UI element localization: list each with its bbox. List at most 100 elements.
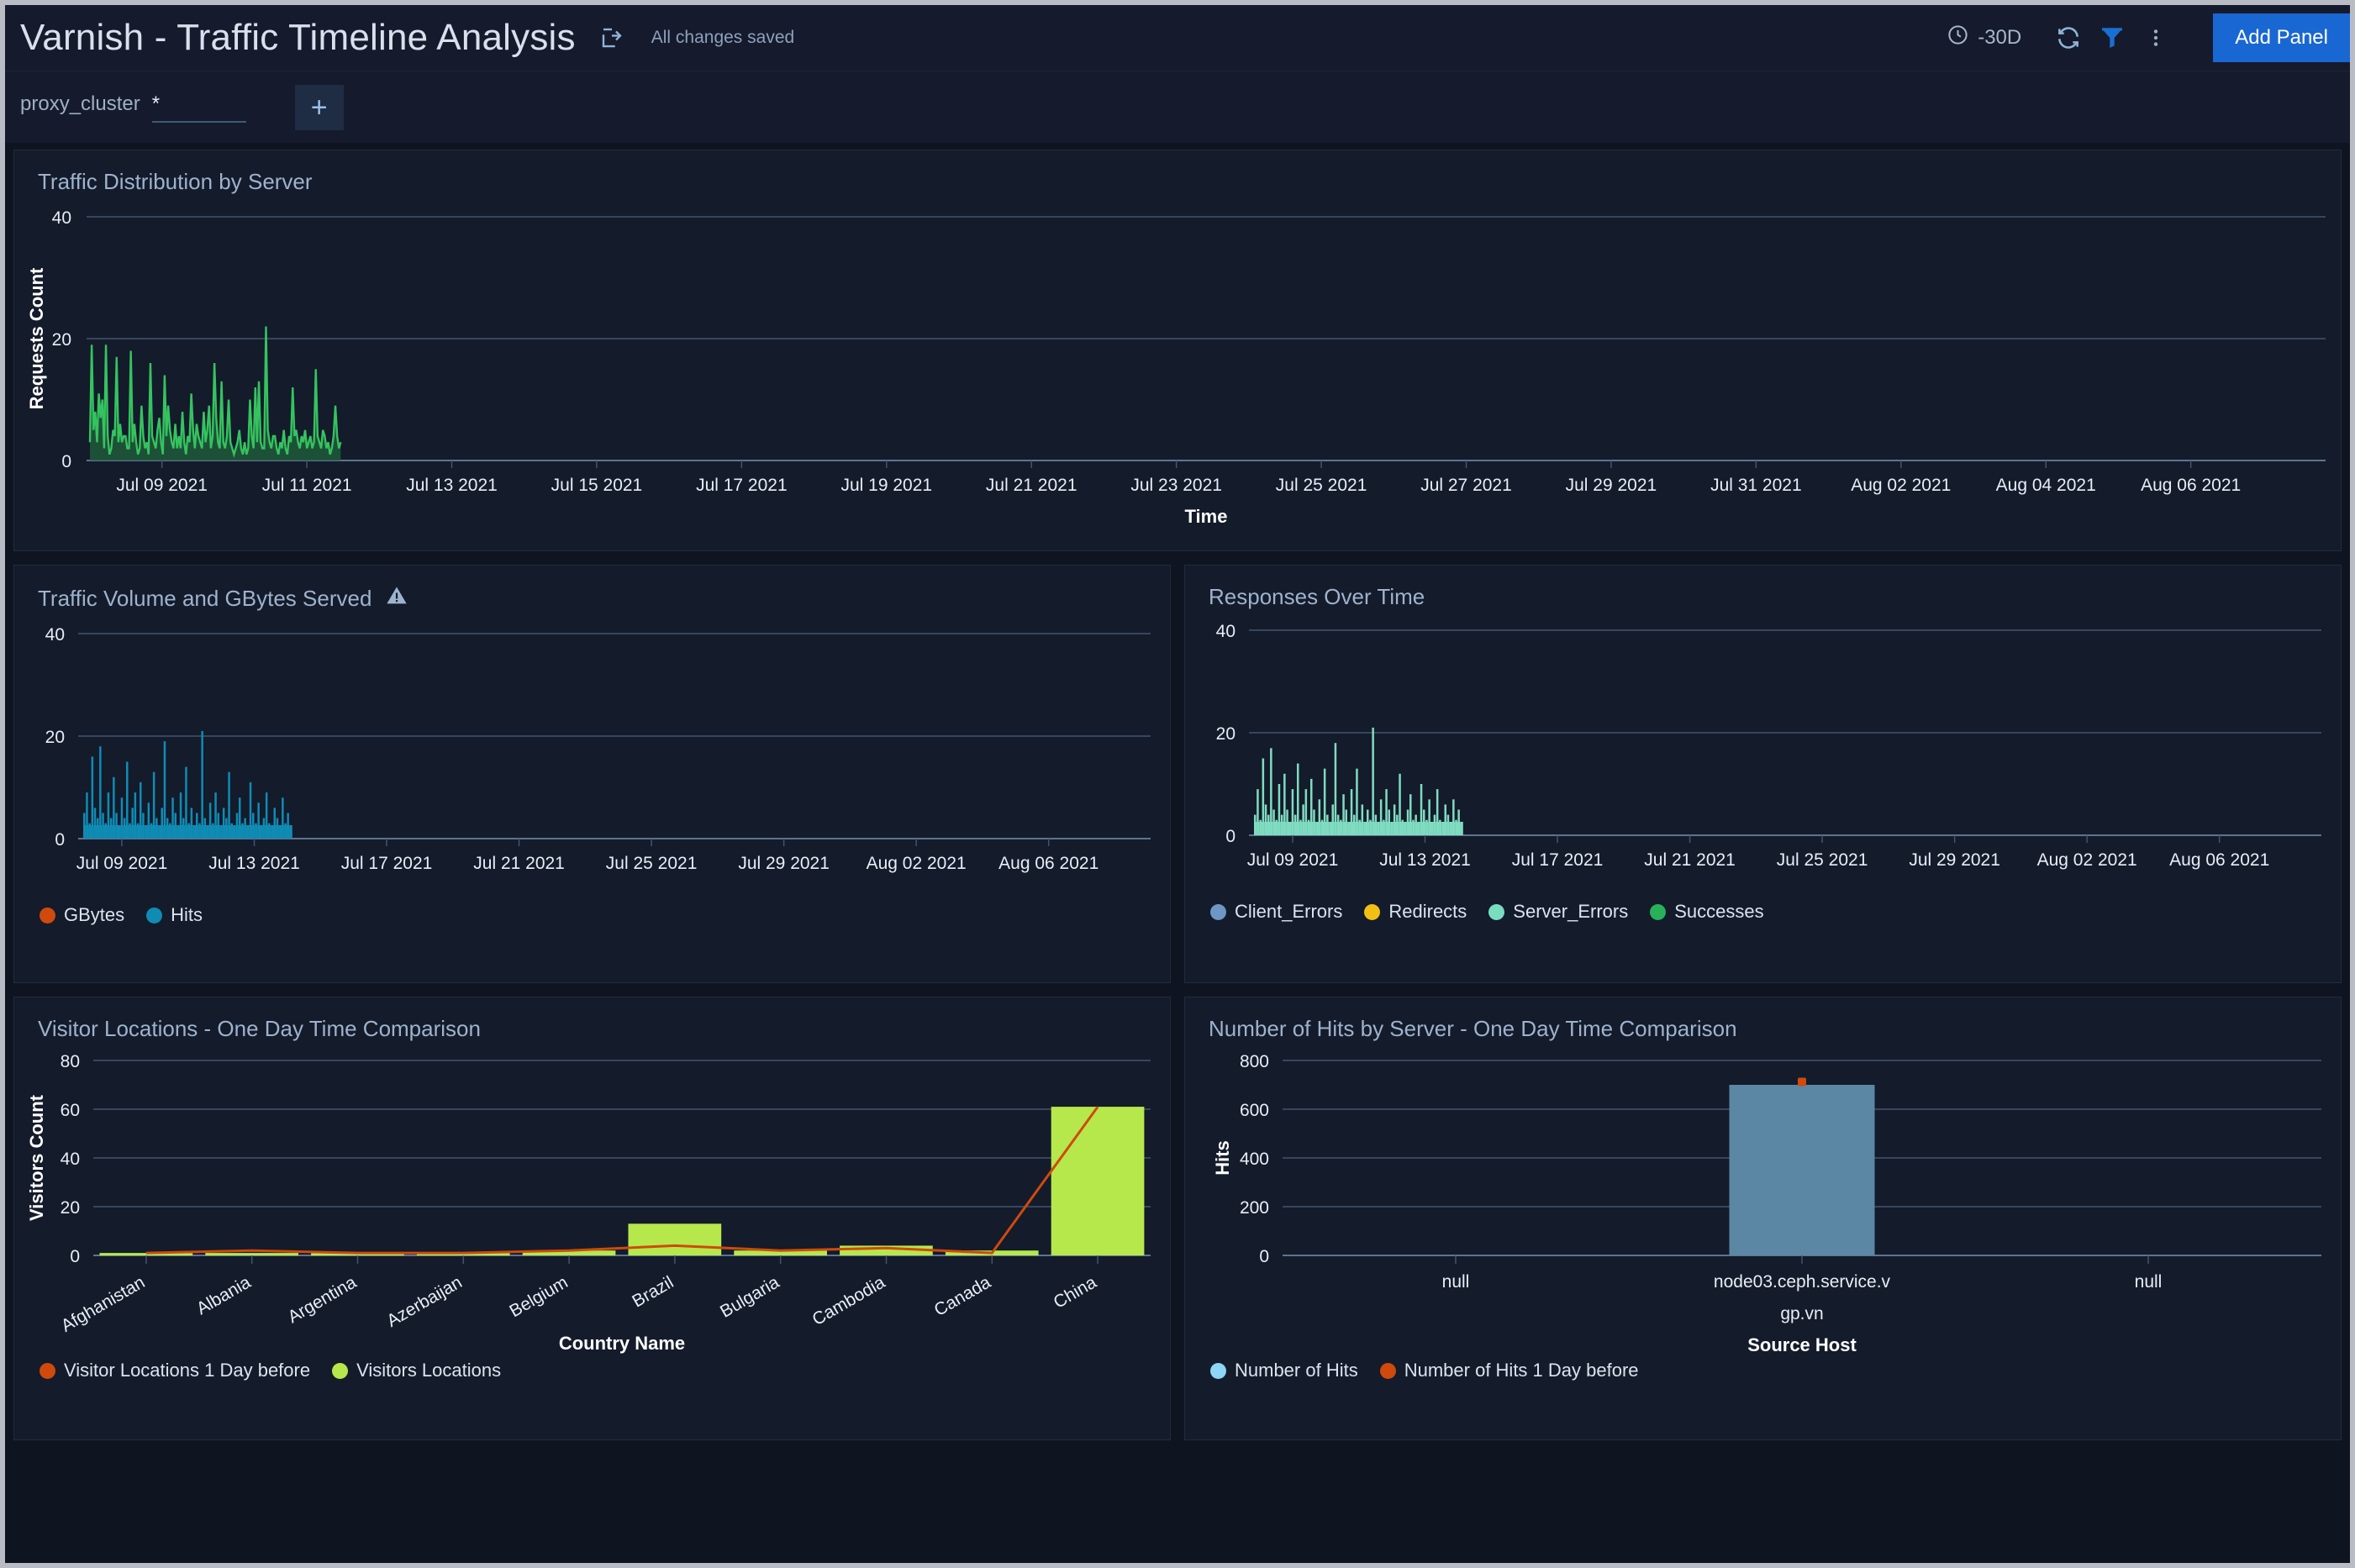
svg-text:Jul 29 2021: Jul 29 2021 [1909,850,2000,870]
dashboard-root: Varnish - Traffic Timeline Analysis All … [0,0,2355,1568]
legend-item[interactable]: Visitor Locations 1 Day before [40,1360,310,1381]
chart-responses-over-time[interactable]: 02040Jul 09 2021Jul 13 2021Jul 17 2021Ju… [1185,610,2341,896]
svg-text:Jul 09 2021: Jul 09 2021 [116,476,208,495]
svg-text:Time: Time [1185,506,1228,527]
time-range-label: -30D [1978,26,2021,50]
svg-text:Aug 02 2021: Aug 02 2021 [867,854,967,873]
svg-text:Belgium: Belgium [506,1272,571,1321]
legend-traffic-volume: GBytes Hits [14,899,1170,941]
panel-title-traffic-volume: Traffic Volume and GBytes Served [14,566,1170,613]
legend-item[interactable]: Visitors Locations [332,1360,501,1381]
time-range-picker[interactable]: -30D [1947,24,2021,52]
header-toolbar: -30D Add Panel [1947,5,2350,71]
svg-text:20: 20 [1216,724,1235,744]
legend-label: Number of Hits 1 Day before [1404,1360,1639,1381]
svg-text:Jul 31 2021: Jul 31 2021 [1710,476,1802,495]
legend-color-swatch [1650,904,1666,920]
svg-text:Cambodia: Cambodia [809,1272,889,1329]
legend-color-swatch [332,1363,348,1379]
panel-title-responses-over-time: Responses Over Time [1185,566,2341,610]
svg-text:Afghanistan: Afghanistan [58,1272,149,1335]
legend-color-swatch [40,908,55,923]
svg-text:Jul 29 2021: Jul 29 2021 [1566,476,1657,495]
svg-text:0: 0 [1225,827,1235,846]
svg-text:Requests Count: Requests Count [26,267,47,409]
svg-text:200: 200 [1240,1198,1269,1218]
legend-label: Number of Hits [1235,1360,1358,1381]
legend-visitor-locations: Visitor Locations 1 Day before Visitors L… [14,1355,1170,1397]
page-title: Varnish - Traffic Timeline Analysis [20,17,576,59]
filter-label: proxy_cluster [20,92,140,116]
svg-text:0: 0 [61,452,71,471]
panel-title-traffic-distribution: Traffic Distribution by Server [14,150,2341,195]
svg-text:600: 600 [1240,1101,1269,1120]
legend-item[interactable]: Server_Errors [1488,901,1628,923]
svg-text:node03.ceph.service.v: node03.ceph.service.v [1714,1272,1891,1292]
funnel-filter-icon[interactable] [2090,24,2134,51]
filter-proxy-cluster: proxy_cluster [20,92,246,123]
legend-color-swatch [1364,904,1380,920]
share-export-icon[interactable] [599,25,624,50]
chart-hits-by-server[interactable]: 0200400600800Hitsnullnode03.ceph.service… [1185,1042,2341,1355]
svg-text:Jul 09 2021: Jul 09 2021 [76,854,168,873]
svg-text:null: null [1442,1272,1470,1292]
legend-label: Redirects [1388,901,1467,923]
refresh-icon[interactable] [2047,24,2090,51]
svg-text:gp.vn: gp.vn [1780,1304,1823,1323]
panel-title-hits-by-server: Number of Hits by Server - One Day Time … [1185,997,2341,1042]
svg-text:0: 0 [55,830,65,850]
svg-text:Jul 17 2021: Jul 17 2021 [341,854,433,873]
add-filter-button[interactable]: + [295,85,344,130]
legend-color-swatch [40,1363,55,1379]
chart-traffic-volume[interactable]: 02040Jul 09 2021Jul 13 2021Jul 17 2021Ju… [14,613,1170,899]
svg-text:40: 40 [1216,622,1235,641]
legend-responses-over-time: Client_Errors Redirects Server_Errors Succe… [1185,896,2341,938]
panel-responses-over-time: Responses Over Time 0 20 40 Jul 09 2021 Jul … [1184,565,2342,983]
save-status: All changes saved [651,28,794,48]
panel-traffic-distribution: Traffic Distribution by Server 02040Requ… [13,150,2342,551]
svg-text:Jul 09 2021: Jul 09 2021 [1247,850,1339,870]
panel-row-2: Traffic Volume and GBytes Served 0 20 40 Ju… [13,565,2342,983]
svg-text:0: 0 [1259,1247,1269,1266]
legend-item[interactable]: Number of Hits [1210,1360,1358,1381]
add-panel-button[interactable]: Add Panel [2213,13,2350,62]
legend-color-swatch [1210,1363,1226,1379]
legend-item[interactable]: GBytes [40,904,124,926]
panel-grid: Traffic Distribution by Server 0 20 40 Requ… [5,143,2350,1440]
svg-text:Jul 13 2021: Jul 13 2021 [208,854,300,873]
svg-text:800: 800 [1240,1052,1269,1071]
svg-text:null: null [2135,1272,2163,1292]
legend-item[interactable]: Redirects [1364,901,1467,923]
legend-color-swatch [1488,904,1504,920]
svg-text:20: 20 [52,330,71,350]
legend-label: Client_Errors [1235,901,1342,923]
svg-text:Albania: Albania [193,1272,254,1318]
warning-triangle-icon[interactable] [385,584,408,613]
svg-text:Jul 13 2021: Jul 13 2021 [1379,850,1471,870]
legend-color-swatch [1210,904,1226,920]
legend-item[interactable]: Hits [146,904,203,926]
legend-label: Visitor Locations 1 Day before [64,1360,310,1381]
svg-text:Jul 21 2021: Jul 21 2021 [473,854,565,873]
svg-text:Country Name: Country Name [559,1333,685,1354]
kebab-menu-icon[interactable] [2134,27,2178,49]
svg-text:400: 400 [1240,1150,1269,1169]
panel-row-3: Visitor Locations - One Day Time Compari… [13,997,2342,1440]
legend-item[interactable]: Number of Hits 1 Day before [1380,1360,1639,1381]
legend-item[interactable]: Client_Errors [1210,901,1342,923]
svg-text:Aug 02 2021: Aug 02 2021 [2037,850,2137,870]
legend-item[interactable]: Successes [1650,901,1763,923]
filter-value-input[interactable] [152,92,246,123]
chart-visitor-locations[interactable]: 020406080Visitors CountAfghanistanAlbani… [14,1042,1170,1355]
svg-text:Aug 06 2021: Aug 06 2021 [998,854,1098,873]
svg-text:Aug 06 2021: Aug 06 2021 [2141,476,2241,495]
svg-text:Source Host: Source Host [1747,1334,1857,1355]
svg-text:40: 40 [61,1150,80,1169]
svg-text:Jul 29 2021: Jul 29 2021 [738,854,830,873]
panel-title-text: Responses Over Time [1209,584,1425,610]
svg-text:Aug 06 2021: Aug 06 2021 [2169,850,2269,870]
svg-text:80: 80 [61,1052,80,1071]
chart-traffic-distribution[interactable]: 02040Requests CountJul 09 2021Jul 11 202… [14,195,2341,548]
legend-label: Visitors Locations [356,1360,501,1381]
svg-text:China: China [1051,1272,1100,1313]
